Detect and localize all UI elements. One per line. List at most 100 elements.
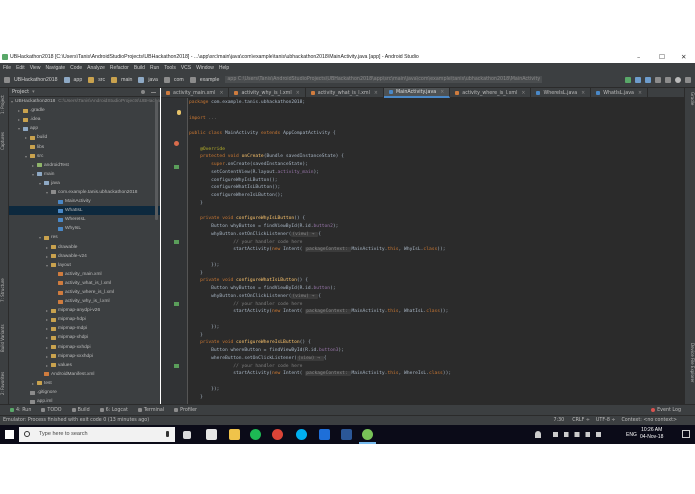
tree-node[interactable]: ▸ build xyxy=(9,133,160,142)
file-explorer-icon[interactable] xyxy=(229,429,240,440)
editor-tab[interactable]: activity_main.xml × xyxy=(161,88,230,98)
skype-business-icon[interactable] xyxy=(319,429,330,440)
lightbulb-icon[interactable] xyxy=(177,110,181,115)
override-marker-icon[interactable] xyxy=(174,165,179,169)
breadcrumb-main[interactable]: main xyxy=(121,77,132,83)
word-icon[interactable] xyxy=(341,429,352,440)
tree-node[interactable]: ▸ drawable xyxy=(9,243,160,252)
settings-icon[interactable] xyxy=(685,76,691,83)
tree-node[interactable]: ▾ app xyxy=(9,124,160,133)
microphone-icon[interactable] xyxy=(166,431,169,437)
file-encoding[interactable]: UTF-8 ÷ xyxy=(596,418,616,423)
tree-node[interactable]: app.iml xyxy=(9,397,160,404)
tree-node[interactable]: ▸ mipmap-anydpi-v26 xyxy=(9,306,160,315)
tool-project[interactable]: 1: Project xyxy=(0,90,9,120)
close-button[interactable]: ✕ xyxy=(681,53,686,61)
breadcrumb-java[interactable]: java xyxy=(148,77,158,83)
editor-tab[interactable]: activity_why_is_l.xml × xyxy=(229,88,306,98)
tree-node[interactable]: ▾ src xyxy=(9,152,160,161)
menu-run[interactable]: Run xyxy=(150,65,159,71)
taskbar-search-box[interactable]: Type here to search xyxy=(19,427,175,442)
tree-node[interactable]: ▾ UBHackathon2018 C:\Users\Tanis\AndroidSt… xyxy=(9,97,160,106)
close-tab-icon[interactable]: × xyxy=(296,91,300,96)
hide-panel-icon[interactable] xyxy=(151,91,156,93)
android-studio-taskbar-icon[interactable] xyxy=(362,429,373,440)
notifications-icon[interactable] xyxy=(682,430,690,438)
menu-code[interactable]: Code xyxy=(70,65,82,71)
close-tab-icon[interactable]: × xyxy=(581,91,585,96)
tree-node[interactable]: ▸ androidTest xyxy=(9,161,160,170)
tool-build-variants[interactable]: Build Variants xyxy=(0,316,9,360)
expanded-arrow-icon[interactable]: ▾ xyxy=(11,99,13,104)
breadcrumb-com[interactable]: com xyxy=(174,77,184,83)
close-tab-icon[interactable]: × xyxy=(219,91,223,96)
minimize-button[interactable]: – xyxy=(637,53,640,61)
menu-file[interactable]: File xyxy=(3,65,11,71)
tool-profiler[interactable]: Profiler xyxy=(174,408,197,413)
tree-node[interactable]: WhereIsL xyxy=(9,215,160,224)
tree-node[interactable]: ▸ mipmap-mdpi xyxy=(9,324,160,333)
device-icon[interactable] xyxy=(655,76,661,83)
editor-tab[interactable]: activity_where_is_l.xml × xyxy=(450,88,532,98)
menu-view[interactable]: View xyxy=(30,65,41,71)
menu-vcs[interactable]: VCS xyxy=(181,65,191,71)
tree-node[interactable]: activity_main.xml xyxy=(9,270,160,279)
tool-favorites[interactable]: 2: Favorites xyxy=(0,366,9,400)
breadcrumb-src[interactable]: src xyxy=(98,77,105,83)
editor-tab[interactable]: MainActivity.java × xyxy=(383,88,451,98)
tray-icons[interactable] xyxy=(553,432,613,437)
editor-tab[interactable]: WhatIsL.java × xyxy=(591,88,648,98)
task-view-icon[interactable] xyxy=(183,431,191,439)
tree-node[interactable]: AndroidManifest.xml xyxy=(9,370,160,379)
status-message[interactable]: Emulator: Process finished with exit cod… xyxy=(3,418,149,423)
tree-node[interactable]: ▾ java xyxy=(9,179,160,188)
close-tab-icon[interactable]: × xyxy=(374,91,378,96)
context-indicator[interactable]: Context: <no context> xyxy=(621,418,677,423)
menu-analyze[interactable]: Analyze xyxy=(87,65,105,71)
close-tab-icon[interactable]: × xyxy=(440,90,444,95)
menu-navigate[interactable]: Navigate xyxy=(45,65,65,71)
close-tab-icon[interactable]: × xyxy=(521,91,525,96)
tool-device-file-explorer[interactable]: Device File Explorer xyxy=(686,343,695,403)
store-icon[interactable] xyxy=(206,429,217,440)
sdk-manager-icon[interactable] xyxy=(645,76,651,83)
tree-node[interactable]: ▸ test xyxy=(9,379,160,388)
tree-node[interactable]: ▸ mipmap-xhdpi xyxy=(9,333,160,342)
taskbar-clock[interactable]: 10:26 AM 04-Nov-18 xyxy=(640,427,663,441)
menu-tools[interactable]: Tools xyxy=(164,65,176,71)
spotify-icon[interactable] xyxy=(250,429,261,440)
tree-node[interactable]: WhyIsL xyxy=(9,224,160,233)
tool-event-log[interactable]: Event Log xyxy=(651,408,681,413)
tree-node[interactable]: ▾ main xyxy=(9,170,160,179)
tree-node[interactable]: ▸ .idea xyxy=(9,115,160,124)
menu-window[interactable]: Window xyxy=(196,65,214,71)
tree-node[interactable]: .gitignore xyxy=(9,388,160,397)
tree-node[interactable]: ▸ .gradle xyxy=(9,106,160,115)
avd-manager-icon[interactable] xyxy=(635,76,641,83)
menu-edit[interactable]: Edit xyxy=(16,65,25,71)
editor-tab[interactable]: WhereIsL.java × xyxy=(531,88,592,98)
windows-start-icon[interactable] xyxy=(5,430,14,439)
tree-node[interactable]: activity_where_is_l.xml xyxy=(9,288,160,297)
close-tab-icon[interactable]: × xyxy=(638,91,642,96)
chrome-icon[interactable] xyxy=(272,429,283,440)
tree-node[interactable]: ▸ mipmap-hdpi xyxy=(9,315,160,324)
gear-icon[interactable] xyxy=(141,90,145,94)
people-icon[interactable] xyxy=(535,431,541,438)
tree-node[interactable]: ▸ mipmap-xxhdpi xyxy=(9,343,160,352)
search-icon[interactable] xyxy=(675,76,681,83)
tree-node[interactable]: ▾ res xyxy=(9,233,160,242)
tool-gradle[interactable]: Gradle xyxy=(686,92,695,114)
menu-help[interactable]: Help xyxy=(219,65,229,71)
tree-node[interactable]: ▾ com.example.tanis.ubhackathon2018 xyxy=(9,188,160,197)
sync-gradle-icon[interactable] xyxy=(625,76,631,83)
editor-tab[interactable]: activity_what_is_l.xml × xyxy=(306,88,384,98)
tool-captures[interactable]: Captures xyxy=(0,126,9,156)
tree-node[interactable]: ▾ layout xyxy=(9,261,160,270)
tool-terminal[interactable]: Terminal xyxy=(137,408,164,413)
menu-refactor[interactable]: Refactor xyxy=(110,65,129,71)
tool-structure[interactable]: 7: Structure xyxy=(0,273,9,307)
tree-node[interactable]: libs xyxy=(9,142,160,151)
language-indicator[interactable]: ENG xyxy=(626,432,637,438)
code-editor[interactable]: package com.example.tanis.ubhackathon201… xyxy=(189,99,684,404)
